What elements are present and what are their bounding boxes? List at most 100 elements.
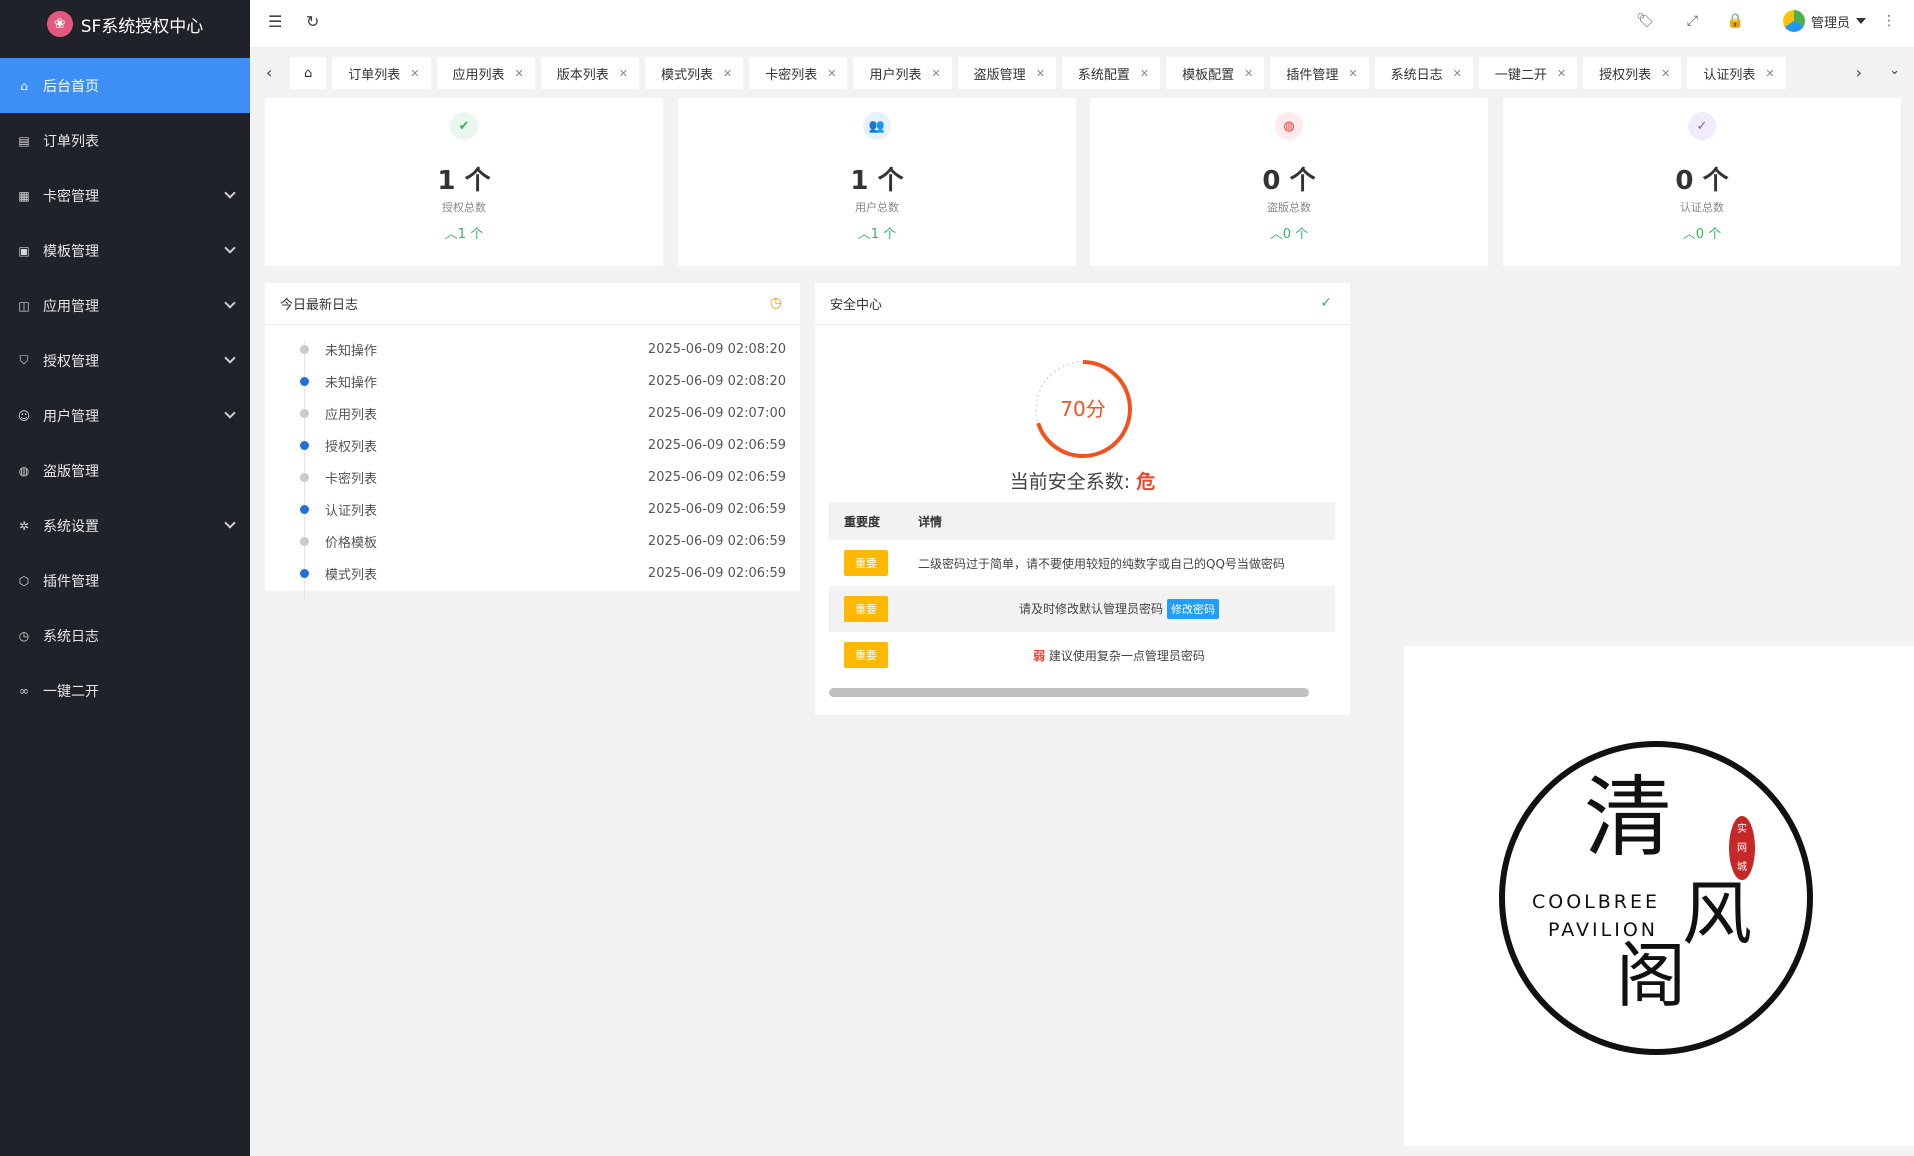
app-logo[interactable]: ❀ SF系统授权中心 xyxy=(0,0,250,48)
tab-bar: ‹ ⌂ 订单列表 ✕ 应用列表 ✕ 版本列表 ✕ 模式列表 ✕ 卡密列表 ✕ 用户列表 ✕ 盗版管理 ✕ 系… xyxy=(250,54,1914,92)
detail-cell: 请及时修改默认管理员密码 修改密码 xyxy=(903,586,1335,632)
sidebar-item-8[interactable]: ✲ 系统设置 xyxy=(0,498,250,553)
close-icon[interactable]: ✕ xyxy=(410,67,419,80)
tab-5[interactable]: 用户列表 ✕ xyxy=(853,57,952,89)
arrow-up-icon: ︿ xyxy=(857,227,871,242)
tab-1[interactable]: 应用列表 ✕ xyxy=(436,57,535,89)
tab-9[interactable]: 插件管理 ✕ xyxy=(1270,57,1369,89)
tab-label: 插件管理 xyxy=(1286,67,1339,83)
tab-label: 应用列表 xyxy=(452,67,505,83)
close-icon[interactable]: ✕ xyxy=(1348,67,1357,80)
sidebar-item-3[interactable]: ▣ 模板管理 xyxy=(0,223,250,278)
tab-label: 卡密列表 xyxy=(765,67,818,83)
fullscreen-icon[interactable]: ⤢ xyxy=(1687,13,1698,29)
close-icon[interactable]: ✕ xyxy=(1244,67,1253,80)
close-icon[interactable]: ✕ xyxy=(931,67,940,80)
sidebar-item-9[interactable]: ⬡ 插件管理 xyxy=(0,553,250,608)
tab-home[interactable]: ⌂ xyxy=(290,57,327,89)
sidebar-item-11[interactable]: ∞ 一键二开 xyxy=(0,663,250,718)
close-icon[interactable]: ✕ xyxy=(1140,67,1149,80)
stat-value: 1 个 xyxy=(437,166,491,196)
tag-icon[interactable]: 🏷 xyxy=(1636,13,1654,29)
security-level-prefix: 当前安全系数: xyxy=(1009,471,1131,493)
tab-4[interactable]: 卡密列表 ✕ xyxy=(749,57,848,89)
user-icon: ☺ xyxy=(17,408,31,423)
sidebar-item-0[interactable]: ⌂ 后台首页 xyxy=(0,58,250,113)
tabs-prev-icon[interactable]: ‹ xyxy=(266,63,272,82)
tab-label: 模式列表 xyxy=(660,67,713,83)
sidebar-item-4[interactable]: ◫ 应用管理 xyxy=(0,278,250,333)
document-icon: ▤ xyxy=(18,133,30,148)
sidebar-item-label: 系统设置 xyxy=(43,518,99,535)
users-icon: 👥 xyxy=(863,112,891,140)
close-icon[interactable]: ✕ xyxy=(723,67,732,80)
log-time: 2025-06-09 02:07:00 xyxy=(647,405,786,421)
tab-0[interactable]: 订单列表 ✕ xyxy=(332,57,431,89)
tab-8[interactable]: 模板配置 ✕ xyxy=(1166,57,1265,89)
tabs-dropdown-icon[interactable]: ⌄ xyxy=(1889,63,1900,78)
level-cell: 重要 xyxy=(829,632,903,678)
logo-char-feng: 风 xyxy=(1682,873,1752,955)
chevron-down-icon xyxy=(224,407,236,419)
timeline-dot xyxy=(300,569,309,578)
avatar xyxy=(1782,10,1805,32)
tab-13[interactable]: 认证列表 ✕ xyxy=(1687,57,1786,89)
log-name: 价格模板 xyxy=(325,535,378,551)
sidebar-item-5[interactable]: ⛉ 授权管理 xyxy=(0,333,250,388)
table-row: 重要 二级密码过于简单，请不要使用较短的纯数字或自己的QQ号当做密码 xyxy=(829,540,1335,586)
sidebar-item-10[interactable]: ◷ 系统日志 xyxy=(0,608,250,663)
change-password-button[interactable]: 修改密码 xyxy=(1167,599,1219,619)
sidebar: ❀ SF系统授权中心 ⌂ 后台首页 ▤ 订单列表 ▦ 卡密管理 ▣ 模板管理 ◫ 应用管理 ⛉ 授权管… xyxy=(0,0,250,1156)
list-item: 未知操作 2025-06-09 02:08:20 xyxy=(295,365,786,397)
sidebar-item-label: 系统日志 xyxy=(43,628,99,645)
sidebar-item-6[interactable]: ☺ 用户管理 xyxy=(0,388,250,443)
close-icon[interactable]: ✕ xyxy=(515,67,524,80)
col-detail-header: 详情 xyxy=(903,502,1335,540)
sidebar-item-label: 卡密管理 xyxy=(43,188,99,205)
close-icon[interactable]: ✕ xyxy=(1557,67,1566,80)
tab-7[interactable]: 系统配置 ✕ xyxy=(1061,57,1161,89)
tab-10[interactable]: 系统日志 ✕ xyxy=(1374,57,1473,89)
apps-icon: ◫ xyxy=(18,298,30,313)
logo-en-line2: PAVILION xyxy=(1548,919,1658,941)
close-icon[interactable]: ✕ xyxy=(1661,67,1670,80)
log-name: 未知操作 xyxy=(325,343,378,359)
tab-3[interactable]: 模式列表 ✕ xyxy=(644,57,744,89)
security-level-line: 当前安全系数: 危 xyxy=(815,467,1350,494)
tab-label: 盗版管理 xyxy=(973,67,1026,83)
table-scrollbar[interactable] xyxy=(829,688,1309,697)
log-time: 2025-06-09 02:06:59 xyxy=(647,533,786,549)
home-icon: ⌂ xyxy=(304,65,313,81)
importance-badge: 重要 xyxy=(844,642,888,668)
security-panel: 安全中心 ✓ 70分 当前安全系数: 危 重要度 详情 重要 二级密码过于简单，… xyxy=(815,283,1350,715)
tab-11[interactable]: 一键二开 ✕ xyxy=(1478,57,1578,89)
chevron-down-icon xyxy=(224,297,236,309)
level-cell: 重要 xyxy=(829,540,903,586)
lock-icon[interactable]: 🔒 xyxy=(1727,13,1744,29)
log-name: 授权列表 xyxy=(325,439,378,455)
log-panel-header: 今日最新日志 ◷ xyxy=(265,283,800,325)
stat-label: 用户总数 xyxy=(855,201,899,214)
log-name: 认证列表 xyxy=(325,503,378,519)
more-vertical-icon[interactable]: ⋮ xyxy=(1882,13,1896,29)
security-panel-header: 安全中心 ✓ xyxy=(815,283,1350,325)
close-icon[interactable]: ✕ xyxy=(1036,67,1045,80)
home-icon: ⌂ xyxy=(20,78,28,93)
sidebar-item-2[interactable]: ▦ 卡密管理 xyxy=(0,168,250,223)
close-icon[interactable]: ✕ xyxy=(827,67,836,80)
tabs-next-icon[interactable]: › xyxy=(1856,63,1862,82)
user-menu[interactable]: 管理员 xyxy=(1782,10,1866,32)
sidebar-menu: ⌂ 后台首页 ▤ 订单列表 ▦ 卡密管理 ▣ 模板管理 ◫ 应用管理 ⛉ 授权管理 ☺ 用户管理 ◍ 盗版管理… xyxy=(0,58,250,718)
close-icon[interactable]: ✕ xyxy=(619,67,628,80)
sidebar-item-1[interactable]: ▤ 订单列表 xyxy=(0,113,250,168)
close-icon[interactable]: ✕ xyxy=(1765,67,1774,80)
refresh-icon[interactable]: ↻ xyxy=(306,12,319,31)
menu-fold-icon[interactable]: ☰ xyxy=(268,12,282,31)
close-icon[interactable]: ✕ xyxy=(1453,67,1462,80)
sidebar-item-7[interactable]: ◍ 盗版管理 xyxy=(0,443,250,498)
tab-2[interactable]: 版本列表 ✕ xyxy=(540,57,639,89)
sidebar-item-label: 后台首页 xyxy=(43,78,99,95)
tab-6[interactable]: 盗版管理 ✕ xyxy=(957,57,1056,89)
tab-12[interactable]: 授权列表 ✕ xyxy=(1583,57,1682,89)
shield-icon: ⛉ xyxy=(19,353,29,367)
